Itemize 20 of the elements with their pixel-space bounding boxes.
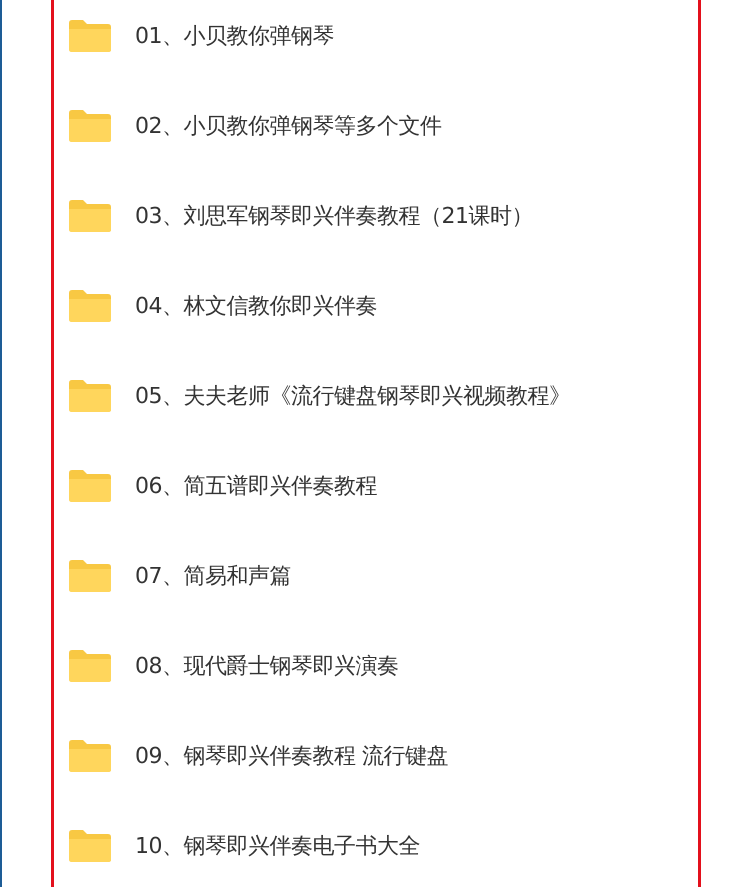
folder-icon: [67, 829, 113, 863]
folder-name[interactable]: 08、现代爵士钢琴即兴演奏: [135, 651, 398, 681]
folder-name[interactable]: 01、小贝教你弹钢琴: [135, 21, 334, 51]
folder-name[interactable]: 09、钢琴即兴伴奏教程 流行键盘: [135, 741, 448, 771]
folder-name[interactable]: 10、钢琴即兴伴奏电子书大全: [135, 831, 420, 861]
folder-icon: [67, 109, 113, 143]
folder-icon: [67, 469, 113, 503]
folder-icon: [67, 289, 113, 323]
folder-name[interactable]: 04、林文信教你即兴伴奏: [135, 291, 377, 321]
folder-icon: [67, 199, 113, 233]
folder-name[interactable]: 02、小贝教你弹钢琴等多个文件: [135, 111, 442, 141]
folder-name[interactable]: 06、简五谱即兴伴奏教程: [135, 471, 377, 501]
folder-icon: [67, 739, 113, 773]
folder-icon: [67, 19, 113, 53]
folder-name[interactable]: 03、刘思军钢琴即兴伴奏教程（21课时）: [135, 201, 533, 231]
folder-name[interactable]: 07、简易和声篇: [135, 561, 291, 591]
folder-icon: [67, 379, 113, 413]
folder-icon: [67, 649, 113, 683]
folder-name[interactable]: 05、夫夫老师《流行键盘钢琴即兴视频教程》: [135, 381, 570, 411]
folder-icon: [67, 559, 113, 593]
